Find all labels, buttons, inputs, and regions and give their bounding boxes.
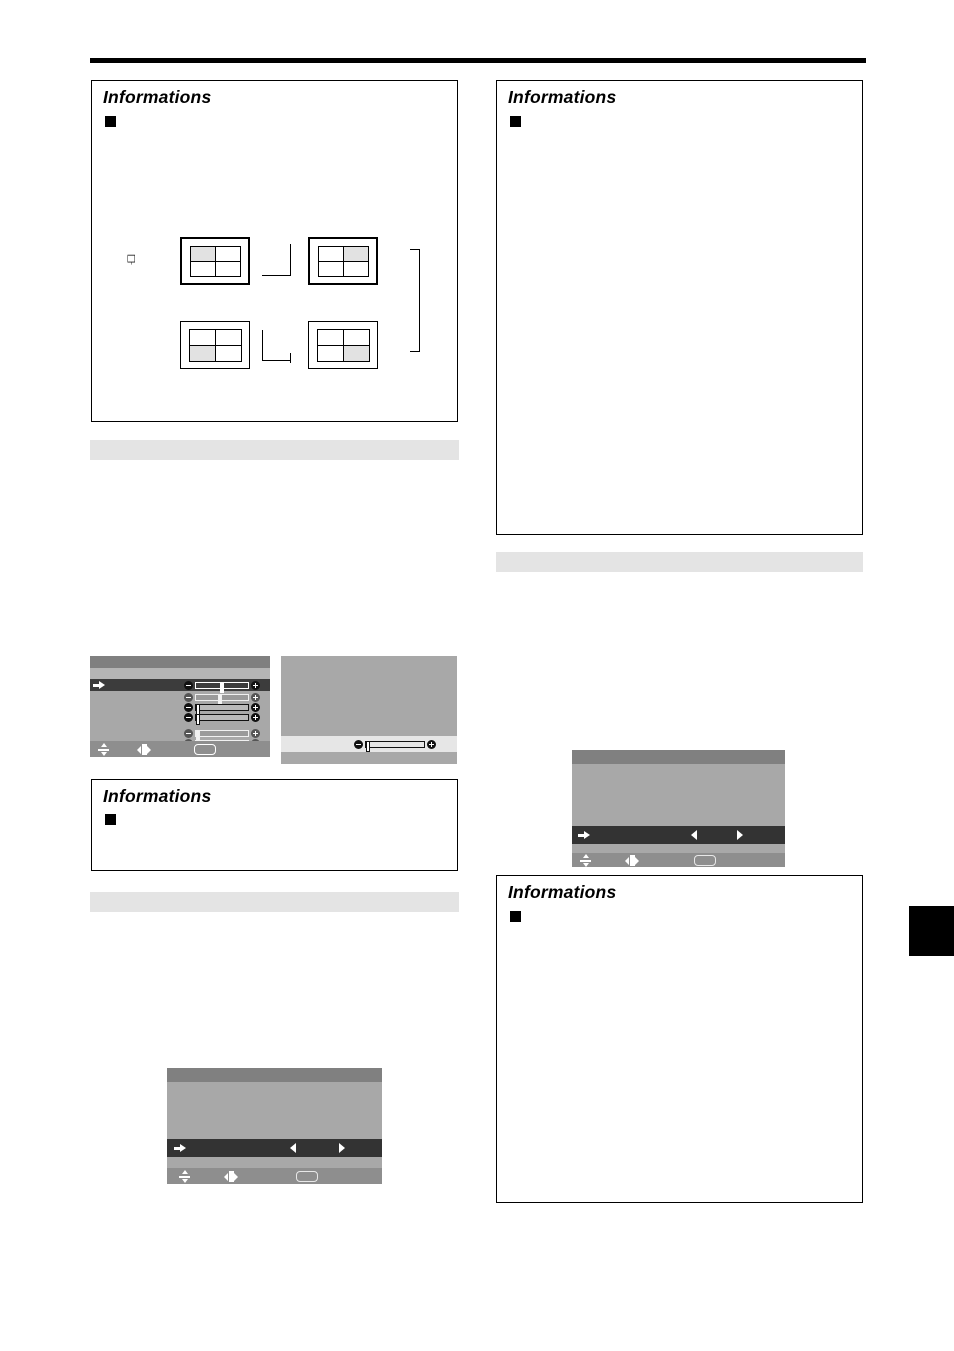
osd-footer-bar xyxy=(167,1168,382,1184)
osd-selected-row[interactable] xyxy=(572,826,785,844)
up-down-arrows-icon[interactable] xyxy=(580,854,591,867)
osd-title-bar xyxy=(572,750,785,764)
slider-row-6[interactable] xyxy=(184,729,260,741)
left-right-arrows-icon[interactable] xyxy=(625,855,639,866)
slider-minus-icon[interactable] xyxy=(184,729,193,738)
connector-top-icon xyxy=(262,244,291,276)
slider-track[interactable] xyxy=(365,740,425,752)
slider-minus-icon[interactable] xyxy=(184,703,193,712)
slider-row-2[interactable] xyxy=(184,693,260,705)
osd-selected-row[interactable] xyxy=(167,1139,382,1157)
slider-minus-icon[interactable] xyxy=(184,680,193,690)
slider-track[interactable] xyxy=(195,681,249,693)
up-down-arrows-icon[interactable] xyxy=(98,743,109,756)
slider-track[interactable] xyxy=(195,704,249,715)
slider-row-1[interactable] xyxy=(184,680,260,693)
screen-thumb-4 xyxy=(308,321,378,369)
left-right-arrows-icon[interactable] xyxy=(224,1171,238,1182)
slider-plus-icon[interactable] xyxy=(251,680,260,690)
osd-sub-bar xyxy=(90,668,270,679)
section-heading-bar-right-1 xyxy=(496,552,863,572)
informations-title: Informations xyxy=(508,87,617,107)
osd-popup-strip xyxy=(281,736,457,752)
informations-bullet xyxy=(510,911,521,922)
osd-select-menu-bottom-left[interactable] xyxy=(167,1068,382,1184)
informations-box-bottom-right: Informations xyxy=(496,875,863,1203)
osd-title-bar xyxy=(90,656,270,668)
osd-select-menu-right[interactable] xyxy=(572,750,785,867)
informations-box-top-right: Informations xyxy=(496,80,863,535)
slider-adjust[interactable] xyxy=(354,739,436,752)
slider-row-4[interactable] xyxy=(184,713,260,725)
decrease-arrow-icon[interactable] xyxy=(290,1143,296,1153)
slider-knob[interactable] xyxy=(196,714,200,725)
slider-plus-icon[interactable] xyxy=(251,729,260,738)
informations-title: Informations xyxy=(508,882,617,902)
osd-row-1[interactable] xyxy=(90,679,270,693)
slider-plus-icon[interactable] xyxy=(427,739,436,749)
informations-title: Informations xyxy=(103,786,212,806)
osd-body-lower xyxy=(167,1157,382,1168)
button-outline-icon[interactable] xyxy=(296,1171,318,1182)
cursor-arrow-icon xyxy=(93,681,105,690)
slider-row-3[interactable] xyxy=(184,703,260,715)
increase-arrow-icon[interactable] xyxy=(339,1143,345,1153)
manual-page: Informations ⟤ Informations Informations… xyxy=(0,0,954,1351)
up-down-arrows-icon[interactable] xyxy=(179,1170,190,1183)
slider-plus-icon[interactable] xyxy=(251,703,260,712)
connector-return-icon xyxy=(410,249,420,352)
page-thumb-index-tab xyxy=(909,906,954,956)
osd-body xyxy=(572,764,785,826)
osd-body-lower xyxy=(572,844,785,853)
osd-title-bar xyxy=(167,1068,382,1082)
slider-minus-icon[interactable] xyxy=(184,693,193,702)
informations-box-top-left: Informations ⟤ xyxy=(91,80,458,422)
slider-knob[interactable] xyxy=(366,740,370,752)
decrease-arrow-icon[interactable] xyxy=(691,830,697,840)
cursor-arrow-icon xyxy=(174,1144,186,1153)
quadrant-cycle-diagram: ⟤ xyxy=(92,81,459,423)
slider-track[interactable] xyxy=(195,730,249,741)
osd-body xyxy=(167,1082,382,1139)
lead-glyph-icon: ⟤ xyxy=(122,253,140,266)
osd-footer-bar xyxy=(90,741,270,757)
left-right-arrows-icon[interactable] xyxy=(137,744,151,755)
slider-minus-icon[interactable] xyxy=(354,739,363,749)
osd-picture-menu[interactable] xyxy=(90,656,270,757)
increase-arrow-icon[interactable] xyxy=(737,830,743,840)
section-heading-bar-left-2 xyxy=(90,892,459,912)
button-outline-icon[interactable] xyxy=(194,744,216,755)
informations-bullet xyxy=(105,814,116,825)
osd-row-4[interactable] xyxy=(90,712,270,725)
screen-thumb-2 xyxy=(308,237,378,285)
screen-thumb-3 xyxy=(180,321,250,369)
osd-footer-bar xyxy=(572,853,785,867)
slider-knob[interactable] xyxy=(219,681,224,693)
header-rule xyxy=(90,58,866,63)
osd-adjust-popup[interactable] xyxy=(281,656,457,764)
slider-minus-icon[interactable] xyxy=(184,713,193,722)
connector-bottom-tip-icon xyxy=(285,353,291,363)
informations-box-mid-left: Informations xyxy=(91,779,458,871)
screen-thumb-1 xyxy=(180,237,250,285)
slider-track[interactable] xyxy=(195,694,249,705)
slider-track[interactable] xyxy=(195,714,249,725)
informations-bullet xyxy=(510,116,521,127)
slider-plus-icon[interactable] xyxy=(251,713,260,722)
osd-popup-body xyxy=(281,656,457,736)
osd-popup-footer xyxy=(281,752,457,764)
cursor-arrow-icon xyxy=(578,831,590,840)
slider-plus-icon[interactable] xyxy=(251,693,260,702)
button-outline-icon[interactable] xyxy=(694,855,716,866)
section-heading-bar-left-1 xyxy=(90,440,459,460)
